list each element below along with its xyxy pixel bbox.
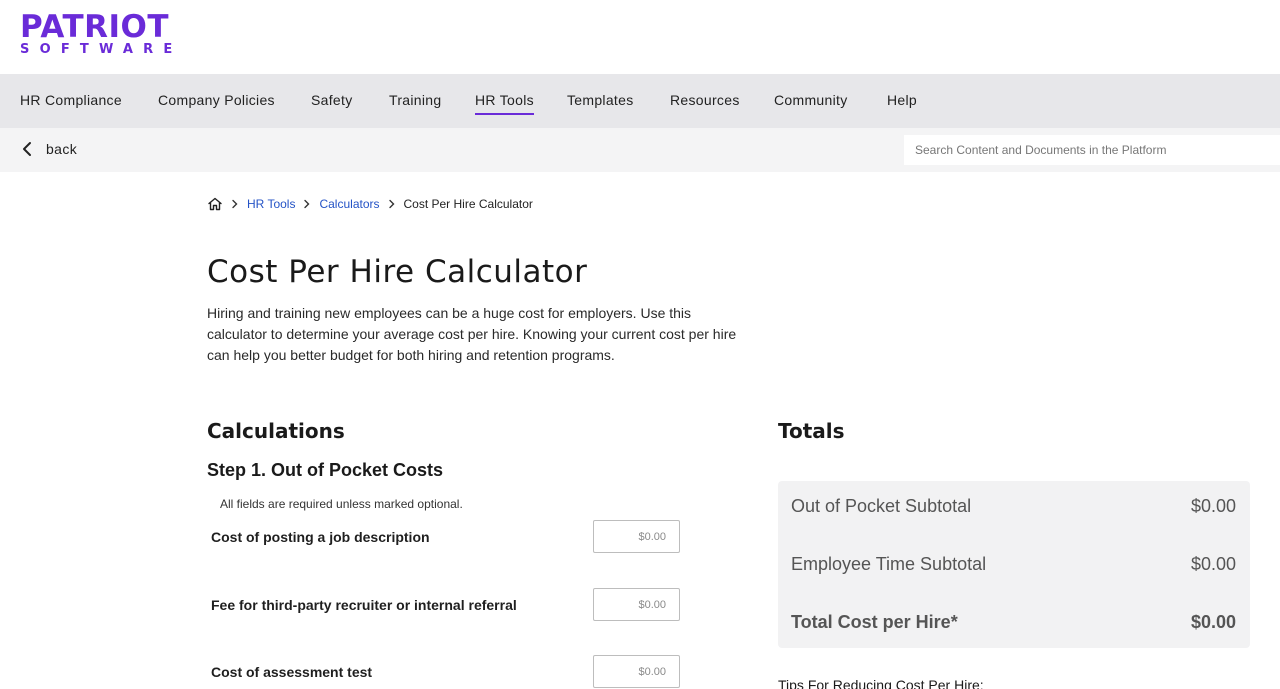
breadcrumb: HR Tools Calculators Cost Per Hire Calcu… [207, 196, 533, 212]
nav-item-hr-tools[interactable]: HR Tools [475, 92, 534, 115]
nav-item-training[interactable]: Training [389, 92, 441, 108]
total-row-employee-time: Employee Time Subtotal $0.00 [791, 554, 1236, 575]
main-nav: HR Compliance Company Policies Safety Tr… [0, 74, 1280, 128]
nav-item-resources[interactable]: Resources [670, 92, 740, 108]
nav-item-templates[interactable]: Templates [567, 92, 634, 108]
sub-bar: back [0, 128, 1280, 172]
calculations-heading: Calculations [207, 419, 345, 443]
back-label: back [46, 141, 78, 157]
field-label-job-posting: Cost of posting a job description [211, 529, 430, 545]
chevron-left-icon [20, 140, 34, 158]
breadcrumb-hr-tools[interactable]: HR Tools [247, 197, 295, 211]
home-icon[interactable] [207, 196, 223, 212]
field-label-recruiter-fee: Fee for third-party recruiter or interna… [211, 597, 517, 613]
step-heading: Step 1. Out of Pocket Costs [207, 460, 444, 480]
total-label: Employee Time Subtotal [791, 554, 987, 574]
breadcrumb-calculators[interactable]: Calculators [319, 197, 379, 211]
nav-item-hr-compliance[interactable]: HR Compliance [20, 92, 122, 108]
patriot-software-logo[interactable]: PATRIOT SOFTWARE [20, 12, 182, 58]
job-posting-cost-input[interactable] [593, 520, 680, 553]
logo-line-1: PATRIOT [20, 9, 170, 45]
back-button[interactable]: back [20, 140, 77, 158]
recruiter-fee-input[interactable] [593, 588, 680, 621]
total-row-cost-per-hire: Total Cost per Hire* $0.00 [791, 612, 1236, 633]
chevron-right-icon [388, 199, 396, 209]
field-label-assessment: Cost of assessment test [211, 664, 373, 680]
chevron-right-icon [303, 199, 311, 209]
nav-item-help[interactable]: Help [887, 92, 917, 108]
search-input[interactable] [904, 135, 1280, 165]
totals-heading: Totals [778, 419, 845, 443]
total-row-out-of-pocket: Out of Pocket Subtotal $0.00 [791, 496, 1236, 517]
nav-item-safety[interactable]: Safety [311, 92, 353, 108]
page-title: Cost Per Hire Calculator [207, 254, 588, 290]
nav-item-community[interactable]: Community [774, 92, 848, 108]
assessment-cost-input[interactable] [593, 655, 680, 688]
total-label: Out of Pocket Subtotal [791, 496, 972, 516]
total-value: $0.00 [1190, 496, 1236, 516]
required-note: All fields are required unless marked op… [220, 497, 463, 511]
total-label: Total Cost per Hire* [791, 612, 958, 632]
breadcrumb-current: Cost Per Hire Calculator [403, 197, 533, 211]
total-value: $0.00 [1190, 554, 1236, 574]
nav-item-company-policies[interactable]: Company Policies [158, 92, 275, 108]
totals-panel: Out of Pocket Subtotal $0.00 Employee Ti… [778, 481, 1250, 648]
intro-paragraph: Hiring and training new employees can be… [207, 305, 737, 363]
total-value: $0.00 [1190, 612, 1236, 632]
logo-line-2: SOFTWARE [20, 42, 183, 57]
chevron-right-icon [231, 199, 239, 209]
tips-heading: Tips For Reducing Cost Per Hire: [778, 677, 984, 689]
